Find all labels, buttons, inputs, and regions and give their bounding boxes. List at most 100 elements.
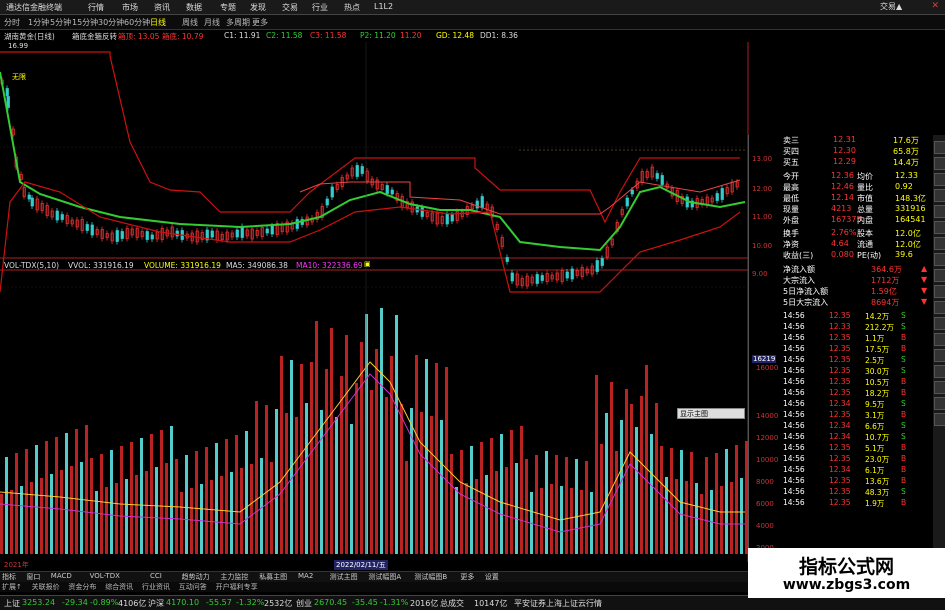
volume-bar bbox=[600, 444, 603, 554]
tick-row: 14:5612.3530.0万S bbox=[749, 366, 934, 377]
indicator-value: 11.20 bbox=[400, 31, 421, 40]
tick-t: 14:56 bbox=[783, 366, 805, 375]
indicator-tab[interactable]: 主力监控 bbox=[220, 572, 248, 582]
side-tab[interactable] bbox=[934, 221, 945, 234]
indicator-tab[interactable]: 更多 bbox=[460, 572, 474, 582]
menu-item[interactable]: 热点 bbox=[344, 2, 360, 13]
side-tab[interactable] bbox=[934, 317, 945, 330]
indicator-tab[interactable]: 窗口 bbox=[26, 572, 40, 582]
volume-bar bbox=[110, 450, 113, 554]
stat-l1: 换手 bbox=[783, 228, 799, 239]
status-item: 2016亿 bbox=[410, 598, 438, 609]
side-tab[interactable] bbox=[934, 189, 945, 202]
period-tab[interactable]: 5分钟 bbox=[50, 17, 71, 28]
menu-item[interactable]: 行情 bbox=[88, 2, 104, 13]
indicator-tab[interactable]: 测试主图 bbox=[330, 572, 358, 582]
volume-bar bbox=[565, 457, 568, 554]
period-tab[interactable]: 周线 bbox=[182, 17, 198, 28]
tick-s: S bbox=[901, 322, 906, 331]
side-tab[interactable] bbox=[934, 285, 945, 298]
tick-v: 6.6万 bbox=[865, 421, 884, 432]
tick-row: 14:5612.346.6万S bbox=[749, 421, 934, 432]
function-tab[interactable]: 综合资讯 bbox=[105, 582, 133, 592]
indicator-tab[interactable]: VOL-TDX bbox=[90, 572, 120, 580]
function-tab[interactable]: 开户福利专享 bbox=[216, 582, 258, 592]
tick-v: 6.1万 bbox=[865, 465, 884, 476]
period-tab[interactable]: 1分钟 bbox=[28, 17, 49, 28]
level-dot bbox=[668, 150, 669, 151]
period-tab[interactable]: 月线 bbox=[204, 17, 220, 28]
side-tab[interactable] bbox=[934, 253, 945, 266]
kline-chart[interactable] bbox=[0, 42, 750, 562]
tick-v: 13.6万 bbox=[865, 476, 889, 487]
side-tab[interactable] bbox=[934, 269, 945, 282]
tick-row: 14:5612.3523.0万B bbox=[749, 454, 934, 465]
side-tab[interactable] bbox=[934, 237, 945, 250]
menu-item[interactable]: 专题 bbox=[220, 2, 236, 13]
indicator-tab[interactable]: 设置 bbox=[485, 572, 499, 582]
period-tab[interactable]: 更多 bbox=[252, 17, 268, 28]
menu-item[interactable]: L1L2 bbox=[374, 2, 393, 11]
tick-p: 12.35 bbox=[829, 498, 850, 507]
box-lines bbox=[0, 52, 745, 292]
stat-row: 外盘167375内盘164541 bbox=[749, 215, 934, 226]
indicator-tab[interactable]: CCI bbox=[150, 572, 162, 580]
trade-button[interactable]: 交易▲ bbox=[880, 1, 902, 12]
function-tab[interactable]: 资金分布 bbox=[68, 582, 96, 592]
menu-item[interactable]: 发现 bbox=[250, 2, 266, 13]
tick-p: 12.35 bbox=[829, 410, 850, 419]
side-tab[interactable] bbox=[934, 349, 945, 362]
period-tab[interactable]: 30分钟 bbox=[98, 17, 124, 28]
volume-bar bbox=[230, 472, 233, 554]
side-tab[interactable] bbox=[934, 333, 945, 346]
menu-item[interactable]: 数据 bbox=[186, 2, 202, 13]
tick-p: 12.35 bbox=[829, 476, 850, 485]
level-dot bbox=[660, 150, 661, 151]
indicator-name[interactable]: 箱底金箍反转 bbox=[72, 31, 117, 42]
side-tab[interactable] bbox=[934, 173, 945, 186]
show-main-chart-popup[interactable]: 显示主图 bbox=[677, 408, 745, 419]
indicator-tab[interactable]: MA2 bbox=[298, 572, 313, 580]
indicator-tab[interactable]: 私募主图 bbox=[259, 572, 287, 582]
flow-value: 1.59亿 bbox=[871, 286, 897, 297]
indicator-tab[interactable]: 测试幅图B bbox=[414, 572, 447, 582]
menu-item[interactable]: 市场 bbox=[122, 2, 138, 13]
status-item: -1.31% bbox=[380, 598, 408, 607]
level-dot bbox=[540, 150, 541, 151]
volume-bar bbox=[280, 356, 283, 554]
side-tab[interactable] bbox=[934, 141, 945, 154]
indicator-tab[interactable]: MACD bbox=[51, 572, 72, 580]
stat-v2: 12.33 bbox=[895, 171, 918, 180]
volume-bar bbox=[75, 429, 78, 554]
close-icon[interactable]: ✕ bbox=[931, 1, 939, 11]
side-tab[interactable] bbox=[934, 157, 945, 170]
period-tab[interactable]: 多周期 bbox=[226, 17, 250, 28]
side-tab[interactable] bbox=[934, 301, 945, 314]
indicator-tab[interactable]: 指标 bbox=[2, 572, 16, 582]
volume-bar bbox=[80, 462, 83, 554]
side-tab[interactable] bbox=[934, 413, 945, 426]
period-tab[interactable]: 分时 bbox=[4, 17, 20, 28]
function-tab[interactable]: 关联报价 bbox=[32, 582, 60, 592]
side-tab[interactable] bbox=[934, 397, 945, 410]
indicator-tab[interactable]: 测试幅图A bbox=[368, 572, 401, 582]
volume-bar bbox=[535, 455, 538, 554]
function-tab[interactable]: 扩展↑ bbox=[2, 582, 22, 592]
popup-label: 显示主图 bbox=[680, 409, 708, 419]
period-tab[interactable]: 60分钟 bbox=[124, 17, 150, 28]
function-tab[interactable]: 行业资讯 bbox=[142, 582, 170, 592]
candle-body bbox=[536, 275, 539, 284]
period-tab[interactable]: 日线 bbox=[150, 17, 166, 28]
indicator-tab[interactable]: 趋势动力 bbox=[182, 572, 210, 582]
menu-item[interactable]: 行业 bbox=[312, 2, 328, 13]
level-dot bbox=[724, 150, 725, 151]
side-tab[interactable] bbox=[934, 365, 945, 378]
side-tab[interactable] bbox=[934, 205, 945, 218]
period-tab[interactable]: 15分钟 bbox=[72, 17, 98, 28]
function-tab[interactable]: 互动问答 bbox=[179, 582, 207, 592]
menu-item[interactable]: 交易 bbox=[282, 2, 298, 13]
side-tab[interactable] bbox=[934, 381, 945, 394]
volume-bar bbox=[345, 335, 348, 554]
volume-bar bbox=[410, 408, 413, 554]
menu-item[interactable]: 资讯 bbox=[154, 2, 170, 13]
